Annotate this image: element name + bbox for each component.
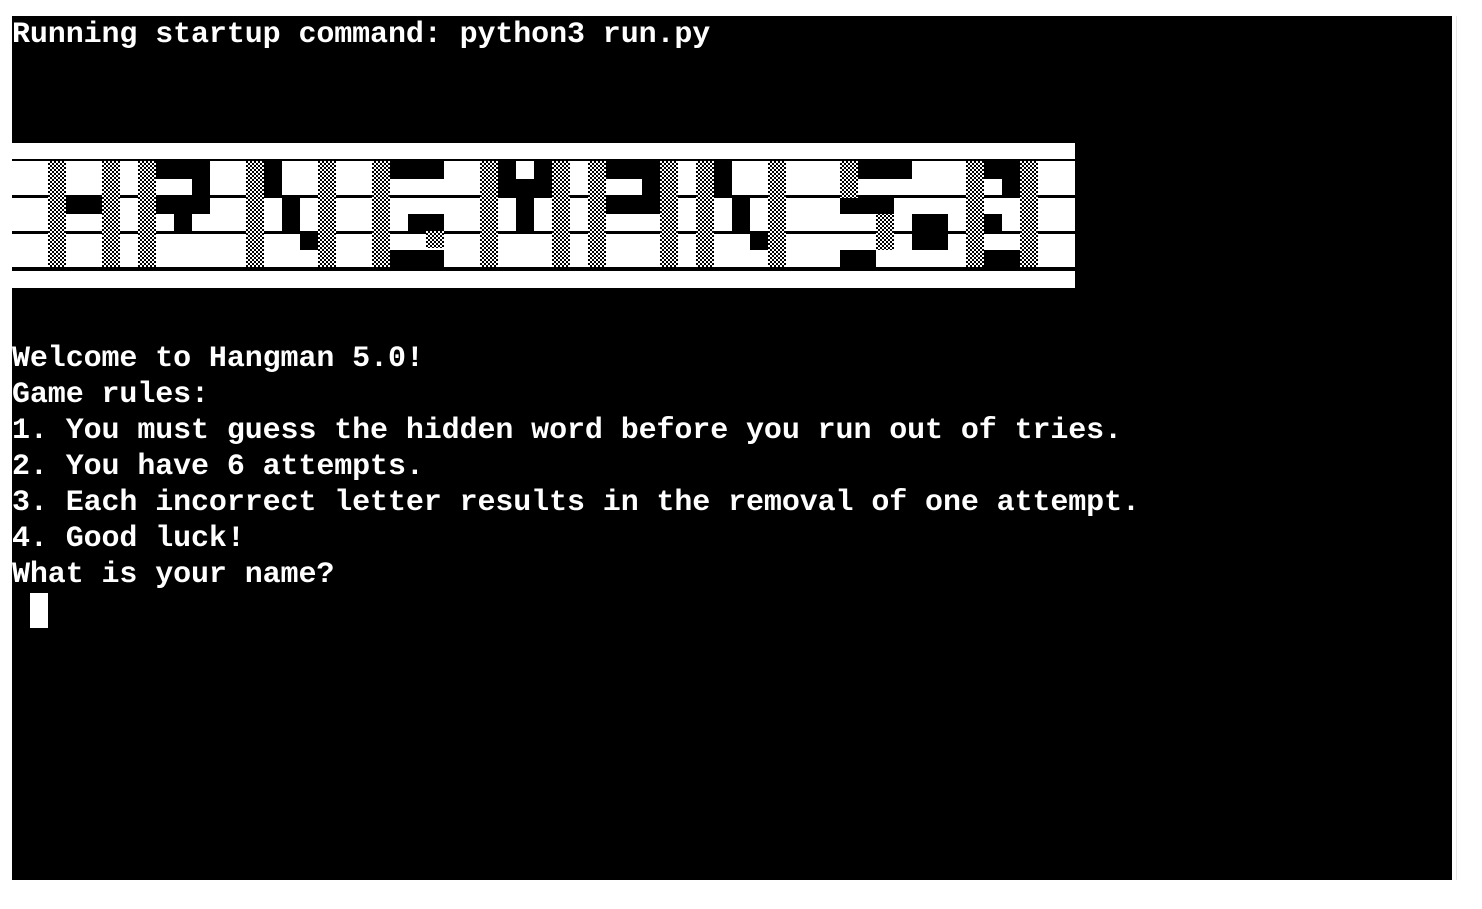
rules-heading-line: Game rules: <box>12 378 209 412</box>
text-cursor <box>30 593 48 628</box>
rule-4-line: 4. Good luck! <box>12 522 245 556</box>
startup-command-line: Running startup command: python3 run.py <box>12 18 711 52</box>
rule-2-line: 2. You have 6 attempts. <box>12 450 424 484</box>
ascii-art-banner <box>12 143 1075 288</box>
terminal-window[interactable]: Running startup command: python3 run.py <box>12 16 1452 880</box>
rule-1-line: 1. You must guess the hidden word before… <box>12 414 1122 448</box>
welcome-line: Welcome to Hangman 5.0! <box>12 342 424 376</box>
scrollbar[interactable] <box>1456 16 1471 880</box>
rule-3-line: 3. Each incorrect letter results in the … <box>12 486 1140 520</box>
name-prompt-line: What is your name? <box>12 558 335 592</box>
